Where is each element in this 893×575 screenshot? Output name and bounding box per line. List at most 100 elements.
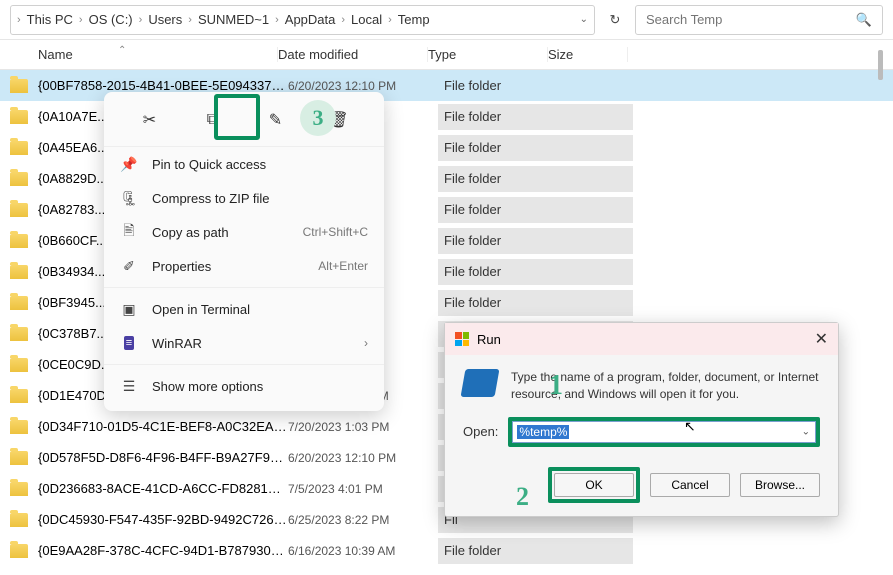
file-type: File folder: [438, 538, 633, 564]
file-type: File folder: [438, 290, 633, 316]
more-icon: ☰: [120, 378, 138, 395]
folder-icon: [10, 172, 28, 186]
breadcrumb-item[interactable]: OS (C:): [89, 12, 133, 27]
folder-icon: [10, 358, 28, 372]
run-app-icon: [461, 369, 500, 397]
file-type: File folder: [438, 73, 633, 99]
file-type: File folder: [438, 228, 633, 254]
file-name: {0DC45930-F547-435F-92BD-9492C72699...: [38, 512, 288, 527]
ctx-copy-sc: Ctrl+Shift+C: [303, 225, 368, 239]
windows-icon: [455, 332, 469, 346]
file-type: File folder: [438, 135, 633, 161]
folder-icon: [10, 451, 28, 465]
run-input-value: %temp%: [517, 425, 569, 439]
search-box[interactable]: 🔍: [635, 5, 883, 35]
close-icon[interactable]: ✕: [815, 329, 828, 349]
breadcrumb-item[interactable]: Users: [148, 12, 182, 27]
breadcrumb-item[interactable]: Local: [351, 12, 382, 27]
col-size[interactable]: Size: [548, 47, 628, 62]
ctx-pin[interactable]: 📌 Pin to Quick access: [104, 147, 384, 181]
file-date: 6/25/2023 8:22 PM: [288, 513, 438, 527]
ctx-zip[interactable]: 🗜 Compress to ZIP file: [104, 181, 384, 215]
column-headers: Name ⌃ Date modified Type Size: [0, 40, 893, 70]
ctx-props-sc: Alt+Enter: [318, 259, 368, 273]
search-icon[interactable]: 🔍: [856, 12, 872, 28]
chevron-right-icon: ›: [79, 14, 83, 26]
run-titlebar[interactable]: Run ✕: [445, 323, 838, 355]
folder-icon: [10, 141, 28, 155]
table-row[interactable]: {0E9AA28F-378C-4CFC-94D1-B787930793...6/…: [0, 535, 893, 566]
ctx-properties[interactable]: ✐ Properties Alt+Enter: [104, 249, 384, 283]
ctx-winrar[interactable]: ≡ WinRAR ›: [104, 326, 384, 360]
address-bar: › This PC › OS (C:) › Users › SUNMED~1 ›…: [0, 0, 893, 40]
run-input[interactable]: %temp%: [512, 421, 816, 443]
ctx-winrar-label: WinRAR: [152, 336, 350, 351]
folder-icon: [10, 327, 28, 341]
zip-icon: 🗜: [120, 190, 138, 207]
file-date: 6/16/2023 10:39 AM: [288, 544, 438, 558]
ok-button[interactable]: OK: [554, 473, 634, 497]
folder-icon: [10, 513, 28, 527]
file-type: File folder: [438, 166, 633, 192]
context-menu: ✂ ⧉ ✎ 🗑 📌 Pin to Quick access 🗜 Compress…: [104, 92, 384, 411]
run-dialog: Run ✕ Type the name of a program, folder…: [444, 322, 839, 517]
browse-button[interactable]: Browse...: [740, 473, 820, 497]
scrollbar-thumb[interactable]: [878, 50, 883, 80]
cancel-button[interactable]: Cancel: [650, 473, 730, 497]
run-open-label: Open:: [463, 424, 498, 439]
path-icon: 🖹: [120, 220, 138, 244]
chevron-right-icon: ›: [188, 14, 192, 26]
search-input[interactable]: [646, 12, 856, 27]
ctx-icon-row: ✂ ⧉ ✎ 🗑: [104, 100, 384, 147]
breadcrumb-item[interactable]: Temp: [398, 12, 430, 27]
file-date: 6/20/2023 12:10 PM: [288, 451, 438, 465]
file-name: {0E9AA28F-378C-4CFC-94D1-B787930793...: [38, 543, 288, 558]
pin-icon: 📌: [120, 156, 138, 173]
ctx-copy-path[interactable]: 🖹 Copy as path Ctrl+Shift+C: [104, 215, 384, 249]
ctx-props-label: Properties: [152, 259, 304, 274]
col-name-label: Name: [38, 47, 73, 62]
run-open-row: Open: %temp% ⌄: [445, 413, 838, 451]
chevron-down-icon[interactable]: ⌄: [802, 426, 810, 437]
breadcrumb-item[interactable]: SUNMED~1: [198, 12, 269, 27]
col-date[interactable]: Date modified: [278, 47, 428, 62]
ctx-pin-label: Pin to Quick access: [152, 157, 368, 172]
col-name[interactable]: Name ⌃: [38, 47, 278, 62]
folder-icon: [10, 110, 28, 124]
cut-icon[interactable]: ✂: [136, 106, 164, 134]
chevron-down-icon[interactable]: ⌄: [580, 14, 588, 25]
terminal-icon: ▣: [120, 301, 138, 318]
file-date: 7/5/2023 4:01 PM: [288, 482, 438, 496]
folder-icon: [10, 420, 28, 434]
breadcrumb-item[interactable]: This PC: [27, 12, 73, 27]
rename-icon[interactable]: ✎: [262, 106, 290, 134]
breadcrumb[interactable]: › This PC › OS (C:) › Users › SUNMED~1 ›…: [10, 5, 595, 35]
ctx-terminal[interactable]: ▣ Open in Terminal: [104, 292, 384, 326]
refresh-button[interactable]: ↻: [603, 12, 627, 28]
ctx-separator: [104, 287, 384, 288]
chevron-right-icon: ›: [388, 14, 392, 26]
col-type[interactable]: Type: [428, 47, 548, 62]
chevron-right-icon: ›: [139, 14, 143, 26]
file-name: {00BF7858-2015-4B41-0BEE-5E094337EB...: [38, 78, 288, 93]
file-name: {0D578F5D-D8F6-4F96-B4FF-B9A27F9B9F...: [38, 450, 288, 465]
file-type: File folder: [438, 197, 633, 223]
chevron-right-icon: ›: [275, 14, 279, 26]
breadcrumb-item[interactable]: AppData: [285, 12, 336, 27]
ctx-more-label: Show more options: [152, 379, 368, 394]
file-type: File folder: [438, 104, 633, 130]
sort-asc-icon: ⌃: [118, 45, 126, 56]
copy-icon[interactable]: ⧉: [199, 106, 227, 134]
file-date: 7/20/2023 1:03 PM: [288, 420, 438, 434]
folder-icon: [10, 544, 28, 558]
ctx-more[interactable]: ☰ Show more options: [104, 369, 384, 403]
annotation-box-2: OK: [548, 467, 640, 503]
file-name: {0D236683-8ACE-41CD-A6CC-FD8281EA...: [38, 481, 288, 496]
annotation-badge-2: 2: [516, 482, 529, 512]
ctx-separator: [104, 364, 384, 365]
run-body: Type the name of a program, folder, docu…: [445, 355, 838, 413]
winrar-icon: ≡: [120, 336, 138, 350]
file-type: File folder: [438, 259, 633, 285]
folder-icon: [10, 296, 28, 310]
annotation-badge-3: 3: [300, 100, 336, 136]
